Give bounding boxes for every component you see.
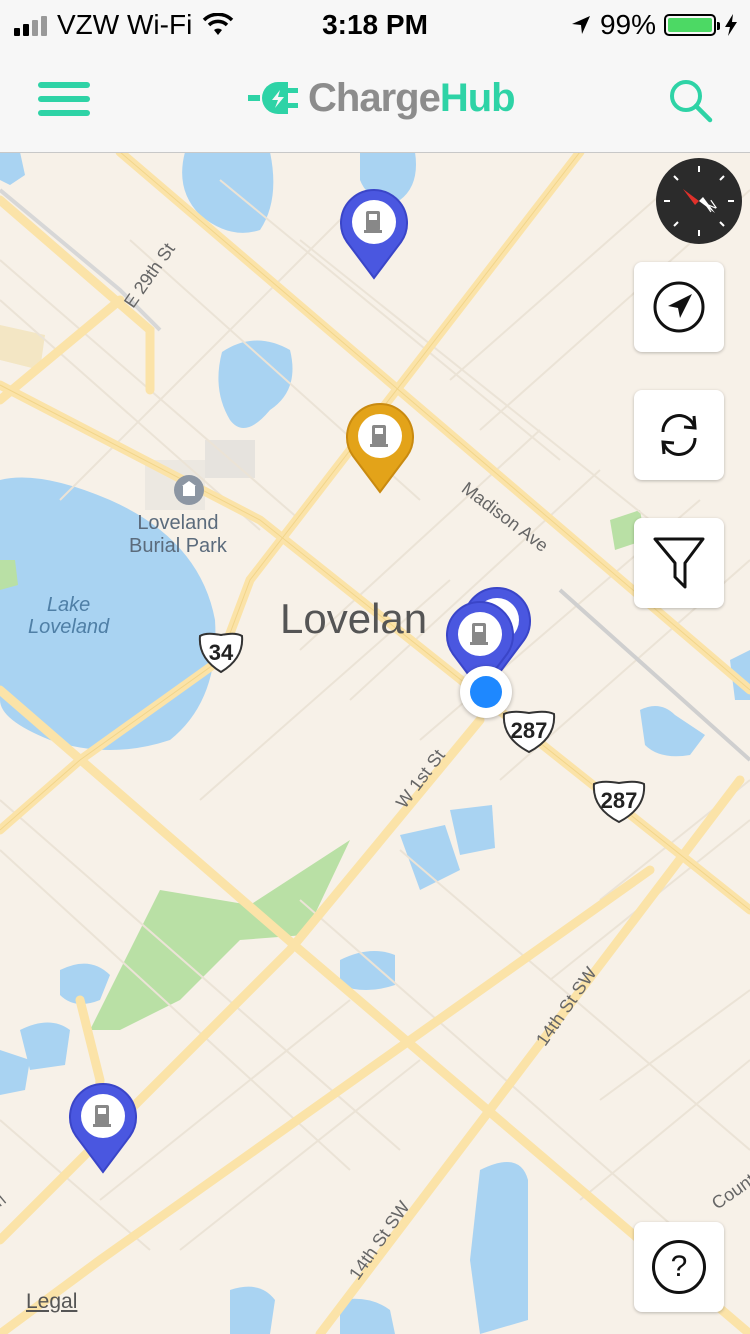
charging-station-pin[interactable] <box>337 186 411 280</box>
help-button[interactable]: ? <box>634 1222 724 1312</box>
city-label: Lovelan <box>280 595 428 642</box>
app-header: Charge Hub <box>0 50 750 153</box>
search-button[interactable] <box>666 76 714 124</box>
highway-shield-287-a: 287 <box>500 708 558 754</box>
compass-icon: N <box>664 166 734 236</box>
lake-label: Lake Loveland <box>28 594 110 638</box>
charging-station-pin-gold[interactable] <box>343 400 417 494</box>
chargehub-logo: Charge Hub <box>248 68 516 128</box>
battery-icon <box>664 14 720 36</box>
filter-button[interactable] <box>634 518 724 608</box>
help-icon: ? <box>652 1240 706 1294</box>
battery-percent: 99% <box>599 9 656 40</box>
filter-icon <box>653 537 705 589</box>
charging-station-pin-southwest[interactable] <box>66 1080 140 1174</box>
refresh-icon <box>661 414 697 456</box>
search-icon <box>670 80 713 123</box>
menu-button[interactable] <box>38 82 90 118</box>
compass-button[interactable]: N <box>656 158 742 244</box>
navigate-arrow-icon <box>653 281 705 333</box>
plug-logo-icon <box>248 82 298 114</box>
logo-text-charge: Charge <box>308 75 441 120</box>
legal-link[interactable]: Legal <box>26 1290 77 1314</box>
bolt-icon <box>725 14 737 36</box>
logo-text-hub: Hub <box>439 75 516 120</box>
locate-me-button[interactable] <box>634 262 724 352</box>
hamburger-icon <box>38 82 90 88</box>
cemetery-icon <box>174 475 204 505</box>
highway-shield-287-b: 287 <box>590 778 648 824</box>
help-label: ? <box>670 1250 688 1283</box>
svg-text:N: N <box>702 196 719 215</box>
highway-shield-34: 34 <box>196 630 246 674</box>
refresh-button[interactable] <box>634 390 724 480</box>
status-bar: VZW Wi-Fi 3:18 PM 99% <box>0 0 750 50</box>
park-label: Loveland Burial Park <box>129 512 227 557</box>
status-right: 99% <box>570 9 738 41</box>
location-arrow-icon <box>571 16 590 34</box>
user-location-dot <box>460 666 512 718</box>
